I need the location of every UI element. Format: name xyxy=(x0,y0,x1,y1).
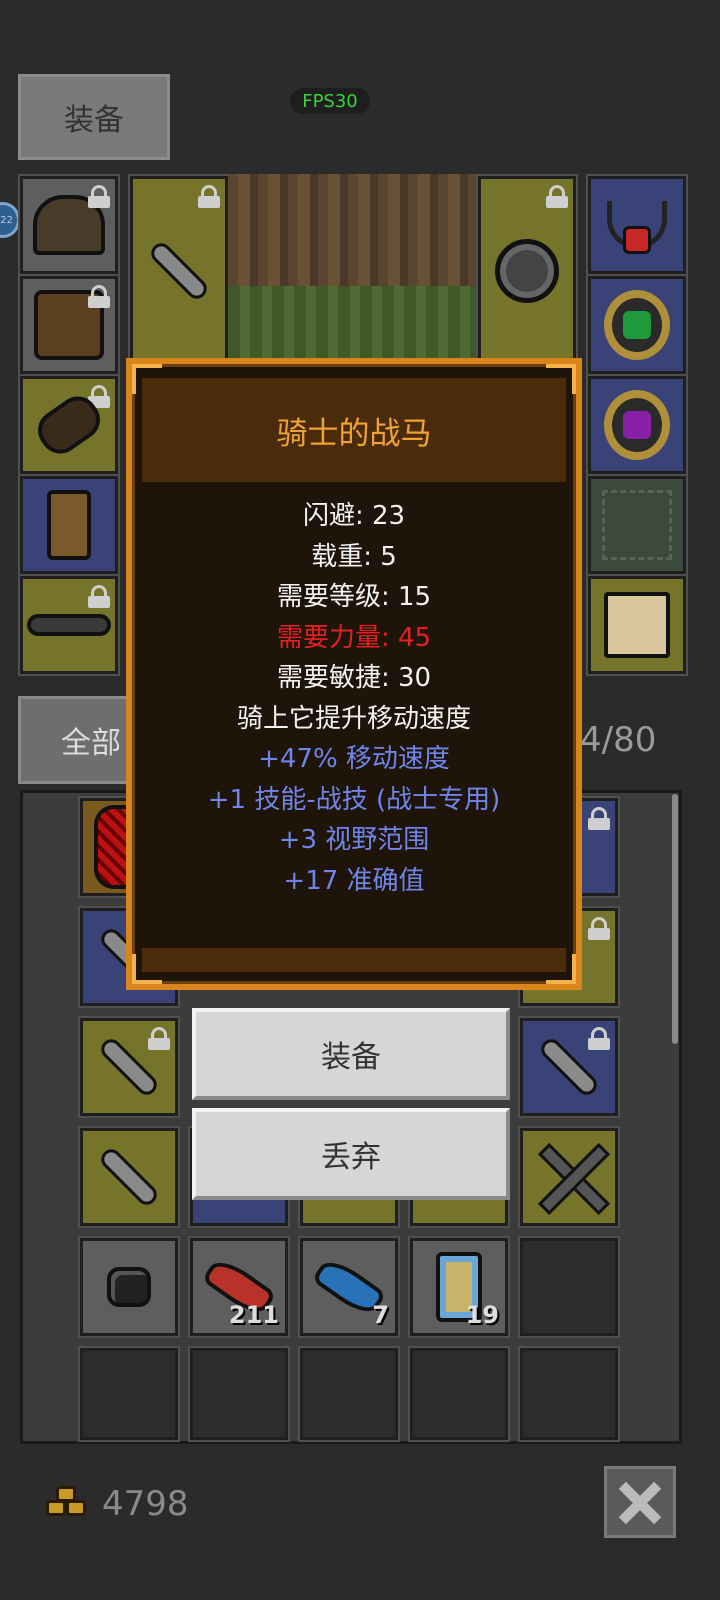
inventory-slot[interactable] xyxy=(518,1016,620,1118)
tab-equipment[interactable]: 装备 xyxy=(18,74,170,160)
slot-offhand[interactable] xyxy=(476,174,578,368)
lock-icon xyxy=(588,1027,610,1050)
inventory-scrollbar[interactable] xyxy=(672,794,678,1044)
discard-button[interactable]: 丢弃 xyxy=(192,1108,510,1200)
inventory-slot[interactable]: 211 xyxy=(188,1236,290,1338)
ring-icon xyxy=(604,290,670,360)
slot-amulet[interactable] xyxy=(586,174,688,276)
belt-icon xyxy=(27,614,111,636)
inventory-slot-empty[interactable] xyxy=(408,1346,510,1442)
inventory-slot-empty[interactable] xyxy=(78,1346,180,1442)
slot-gloves[interactable] xyxy=(18,374,120,476)
stat-bonus: +1 技能-战技 (战士专用) xyxy=(207,784,501,815)
inventory-slot-empty[interactable] xyxy=(188,1346,290,1442)
gold-amount: 4798 xyxy=(102,1484,189,1524)
close-button[interactable] xyxy=(604,1466,676,1538)
slot-ring-1[interactable] xyxy=(586,274,688,376)
stat-bonus: +3 视野范围 xyxy=(278,825,430,855)
character-preview xyxy=(228,174,478,366)
lock-icon xyxy=(148,1027,170,1050)
crossed-swords-icon xyxy=(523,1129,615,1225)
lock-icon xyxy=(88,285,110,308)
inventory-slot[interactable] xyxy=(78,1016,180,1118)
slot-mount[interactable] xyxy=(586,474,688,576)
stat-line: 需要等级: 15 xyxy=(276,582,432,612)
slot-belt[interactable] xyxy=(18,574,120,676)
lock-icon xyxy=(88,185,110,208)
slot-boots[interactable] xyxy=(18,474,120,576)
inventory-slot-empty[interactable] xyxy=(518,1236,620,1338)
inventory-slot[interactable]: 19 xyxy=(408,1236,510,1338)
stat-bonus: +17 准确值 xyxy=(283,865,425,896)
level-badge: 22 xyxy=(0,202,20,238)
stack-count: 19 xyxy=(465,1301,499,1329)
item-tooltip: 骑士的战马 闪避: 23 载重: 5 需要等级: 15 需要力量: 45 需要敏… xyxy=(126,358,582,990)
stone-icon xyxy=(107,1267,151,1307)
mount-silhouette-icon xyxy=(602,490,672,560)
lock-icon xyxy=(588,807,610,830)
stack-count: 7 xyxy=(372,1301,389,1329)
tab-all-items[interactable]: 全部 xyxy=(18,696,138,784)
stat-line: 需要敏捷: 30 xyxy=(276,663,432,693)
stat-line: 闪避: 23 xyxy=(302,501,406,531)
item-name: 骑士的战马 xyxy=(142,378,566,482)
inventory-slot-empty[interactable] xyxy=(518,1346,620,1442)
inventory-slot[interactable] xyxy=(78,1126,180,1228)
inventory-slot[interactable] xyxy=(78,1236,180,1338)
inventory-capacity: 4/80 xyxy=(580,720,657,760)
fps-counter: FPS30 xyxy=(290,88,370,114)
stack-count: 211 xyxy=(228,1301,279,1329)
stat-bonus: +47% 移动速度 xyxy=(258,744,450,774)
blade-icon xyxy=(147,239,211,303)
lock-icon xyxy=(88,585,110,608)
slot-helmet[interactable] xyxy=(18,174,120,276)
stat-line-unmet: 需要力量: 45 xyxy=(276,622,432,653)
slot-artifact[interactable] xyxy=(586,574,688,676)
blade-icon xyxy=(97,1145,161,1209)
lock-icon xyxy=(588,917,610,940)
map-icon xyxy=(604,592,670,658)
slot-weapon[interactable] xyxy=(128,174,230,368)
lock-icon xyxy=(546,185,568,208)
slot-ring-2[interactable] xyxy=(586,374,688,476)
ring-icon xyxy=(604,390,670,460)
shield-icon xyxy=(495,239,559,303)
lock-icon xyxy=(88,385,110,408)
equip-button[interactable]: 装备 xyxy=(192,1008,510,1100)
item-stats: 闪避: 23 载重: 5 需要等级: 15 需要力量: 45 需要敏捷: 30 … xyxy=(132,496,576,901)
tooltip-footer-bar xyxy=(142,948,566,972)
stat-line: 载重: 5 xyxy=(311,541,397,572)
slot-armor[interactable] xyxy=(18,274,120,376)
gold-coins-icon xyxy=(46,1486,88,1520)
lock-icon xyxy=(198,185,220,208)
stat-description: 骑上它提升移动速度 xyxy=(236,703,471,734)
amulet-icon xyxy=(607,201,667,254)
boots-icon xyxy=(47,490,91,560)
inventory-slot[interactable] xyxy=(518,1126,620,1228)
inventory-slot-empty[interactable] xyxy=(298,1346,400,1442)
inventory-slot[interactable]: 7 xyxy=(298,1236,400,1338)
